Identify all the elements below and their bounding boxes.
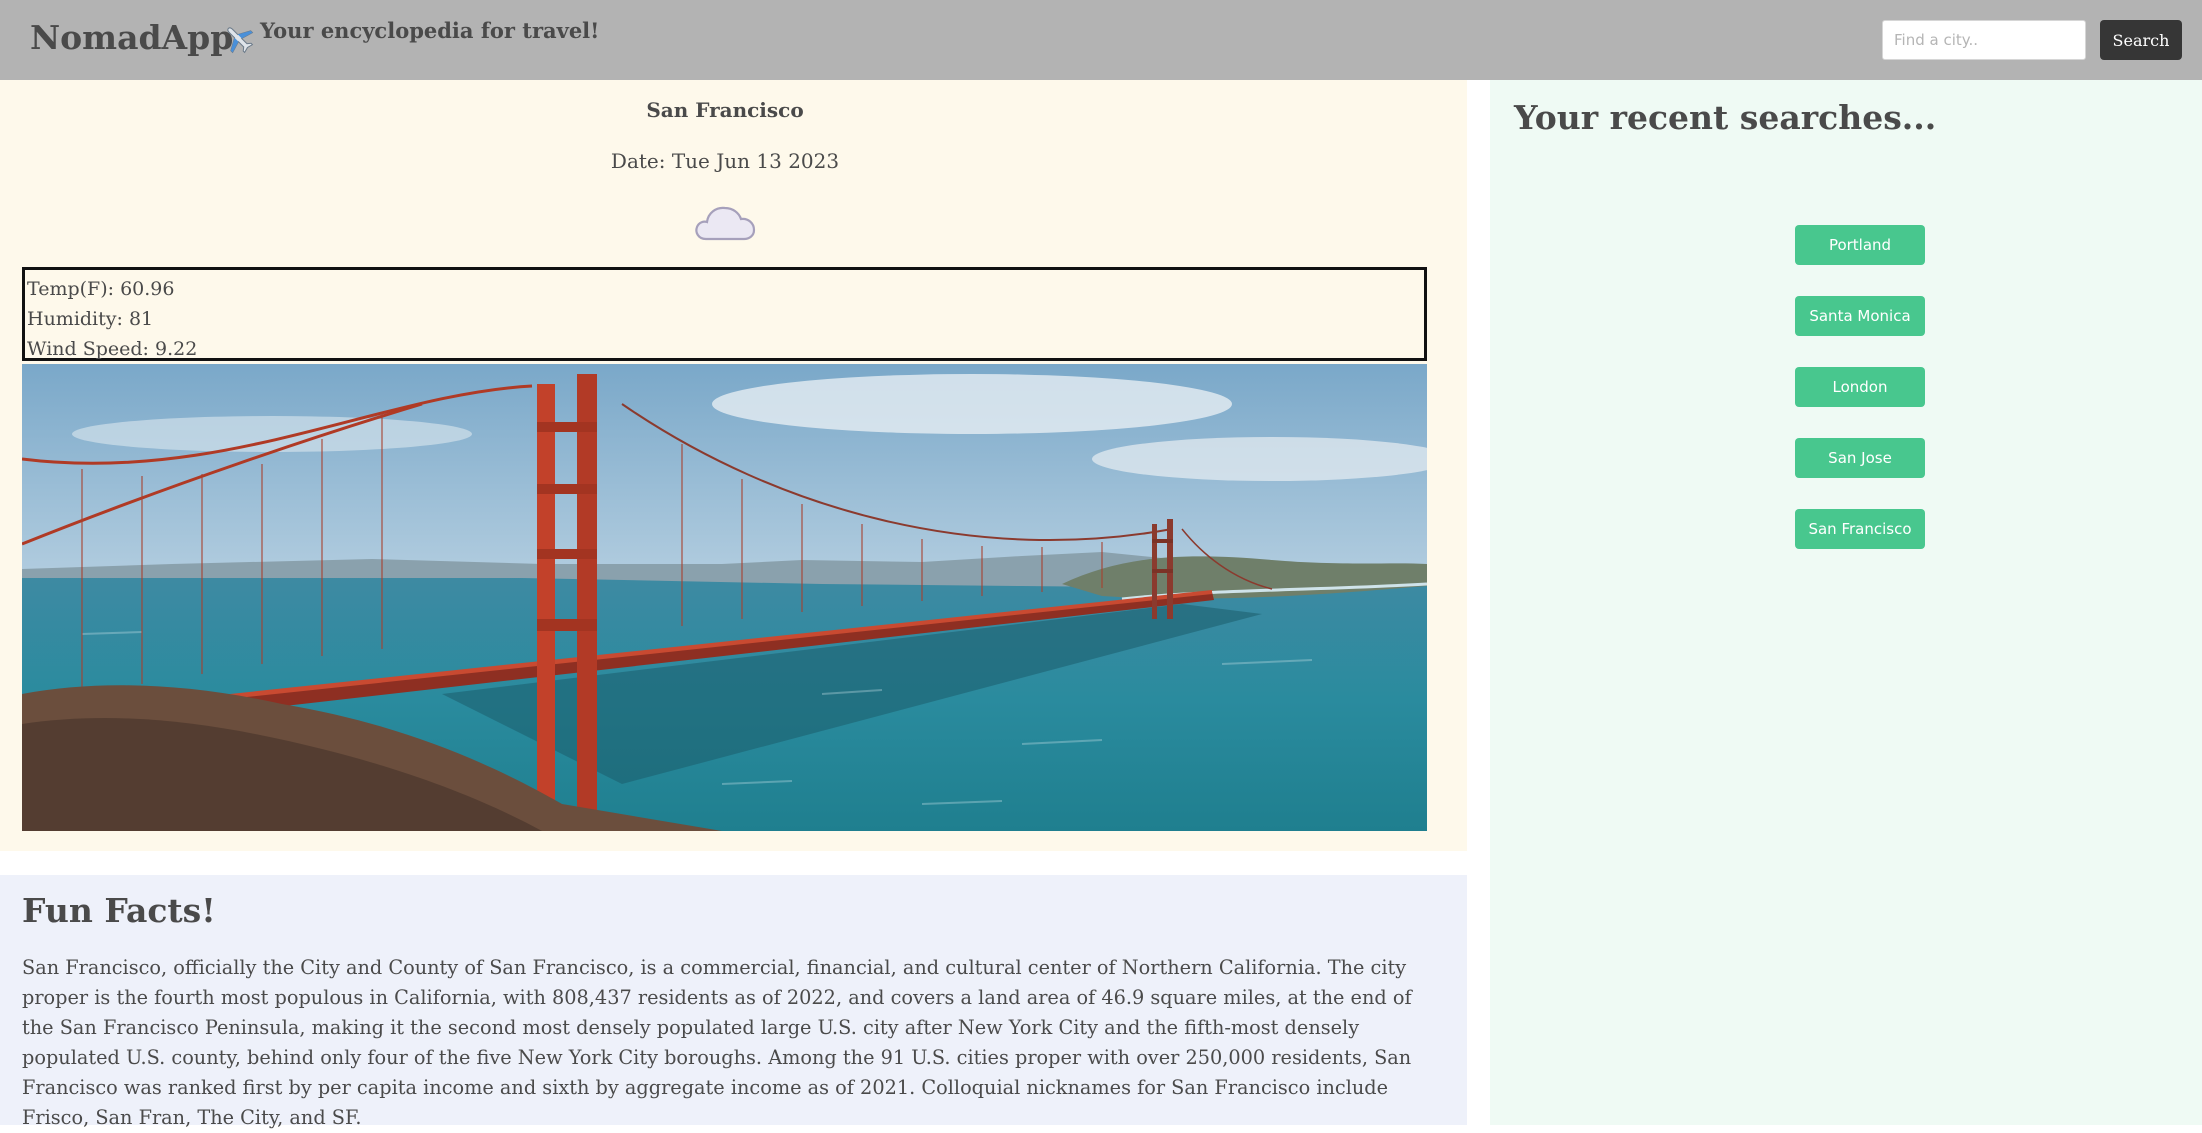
fun-facts-text: San Francisco, officially the City and C… — [22, 956, 1412, 1129]
recent-search-san-jose[interactable]: San Jose — [1795, 438, 1925, 478]
airplane-icon — [227, 27, 254, 54]
humidity-value: Humidity: 81 — [27, 308, 154, 330]
search-button[interactable]: Search — [2100, 20, 2182, 60]
recent-searches-heading: Your recent searches... — [1514, 98, 1937, 137]
recent-searches-panel: Your recent searches... Portland Santa M… — [1490, 80, 2202, 1125]
recent-search-portland[interactable]: Portland — [1795, 225, 1925, 265]
fun-facts-panel: Fun Facts! San Francisco, officially the… — [0, 875, 1467, 1129]
app-logo[interactable]: NomadApp — [30, 18, 233, 57]
city-search-input[interactable] — [1882, 20, 2086, 60]
weather-panel: San Francisco Date: Tue Jun 13 2023 Temp… — [0, 80, 1467, 851]
cloud-icon — [695, 206, 756, 241]
recent-search-san-francisco[interactable]: San Francisco — [1795, 509, 1925, 549]
golden-gate-bridge-photo — [22, 364, 1427, 831]
wind-speed-value: Wind Speed: 9.22 — [27, 338, 198, 360]
temperature-value: Temp(F): 60.96 — [27, 278, 175, 300]
city-name: San Francisco — [646, 98, 804, 122]
weather-date: Date: Tue Jun 13 2023 — [610, 149, 840, 173]
recent-search-santa-monica[interactable]: Santa Monica — [1795, 296, 1925, 336]
fun-facts-heading: Fun Facts! — [22, 891, 216, 930]
app-tagline: Your encyclopedia for travel! — [260, 18, 600, 43]
app-header: NomadApp Your encyclopedia for travel! S… — [0, 0, 2202, 80]
recent-search-london[interactable]: London — [1795, 367, 1925, 407]
weather-stats-box: Temp(F): 60.96 Humidity: 81 Wind Speed: … — [22, 267, 1427, 361]
